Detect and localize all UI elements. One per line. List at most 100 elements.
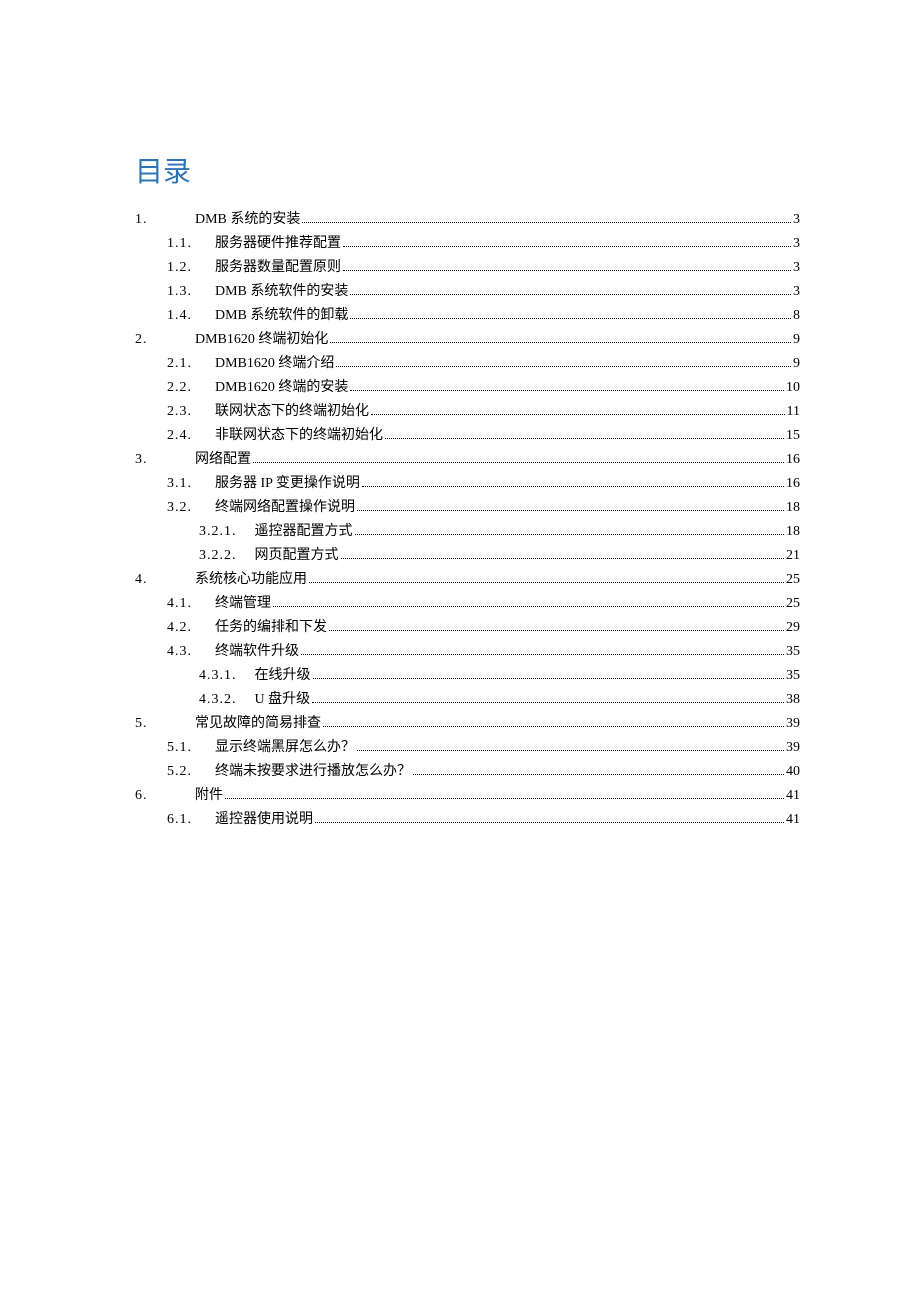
toc-entry-text: 终端管理 (215, 592, 271, 616)
toc-entry[interactable]: 1.1.服务器硬件推荐配置3 (135, 232, 800, 256)
toc-entry-text: 网络配置 (195, 448, 251, 472)
toc-dots (313, 678, 785, 679)
toc-entry[interactable]: 3.2.1. 遥控器配置方式 18 (135, 520, 800, 544)
toc-entry-number: 2.1. (167, 352, 197, 376)
toc-entry-page: 35 (786, 664, 800, 688)
toc-entry[interactable]: 6.1.遥控器使用说明 41 (135, 808, 800, 832)
toc-dots (343, 246, 791, 247)
toc-entry-page: 18 (786, 520, 800, 544)
toc-dots (336, 366, 791, 367)
toc-dots (341, 558, 785, 559)
toc-entry[interactable]: 4.系统核心功能应用 25 (135, 568, 800, 592)
toc-entry-text: DMB 系统软件的安装 (215, 280, 348, 304)
toc-entry[interactable]: 5.1. 显示终端黑屏怎么办？ 39 (135, 736, 800, 760)
toc-entry-text: 服务器 IP 变更操作说明 (215, 472, 360, 496)
toc-entry-text: DMB1620 终端初始化 (195, 328, 328, 352)
toc-entry[interactable]: 2.1.DMB1620 终端介绍9 (135, 352, 800, 376)
toc-entry[interactable]: 5.常见故障的简易排查 39 (135, 712, 800, 736)
toc-entry[interactable]: 4.2. 任务的编排和下发 29 (135, 616, 800, 640)
toc-entry-number: 1.3. (167, 280, 197, 304)
toc-entry[interactable]: 1. DMB 系统的安装 3 (135, 208, 800, 232)
toc-dots (350, 390, 784, 391)
toc-entry-page: 39 (786, 712, 800, 736)
toc-entry[interactable]: 3.2.2.网页配置方式21 (135, 544, 800, 568)
toc-dots (312, 702, 784, 703)
toc-entry-page: 3 (793, 208, 800, 232)
toc-dots (350, 294, 791, 295)
toc-entry-number: 5.2. (167, 760, 197, 784)
toc-dots (371, 414, 785, 415)
toc-entry-text: 显示终端黑屏怎么办？ (215, 736, 355, 760)
toc-entry-number: 4.2. (167, 616, 197, 640)
toc-entry-page: 25 (786, 592, 800, 616)
toc-entry-text: 附件 (195, 784, 223, 808)
toc-entry[interactable]: 2.4.非联网状态下的终端初始化15 (135, 424, 800, 448)
toc-dots (330, 342, 791, 343)
toc-entry-number: 3. (135, 448, 165, 472)
toc-dots (385, 438, 784, 439)
toc-entry-page: 29 (786, 616, 800, 640)
toc-entry-text: 服务器硬件推荐配置 (215, 232, 341, 256)
toc-entry-text: 联网状态下的终端初始化 (215, 400, 369, 424)
toc-dots (329, 630, 784, 631)
toc-entry-number: 4.3.1. (199, 664, 237, 688)
toc-entry[interactable]: 1.3. DMB 系统软件的安装 3 (135, 280, 800, 304)
toc-entry-page: 25 (786, 568, 800, 592)
toc-entry-text: U 盘升级 (255, 688, 311, 712)
toc-entry-number: 1. (135, 208, 165, 232)
toc-entry-page: 3 (793, 256, 800, 280)
toc-entry-number: 4.3.2. (199, 688, 237, 712)
toc-entry-text: 遥控器配置方式 (255, 520, 353, 544)
toc-entry[interactable]: 3.1.服务器 IP 变更操作说明16 (135, 472, 800, 496)
toc-entry-text: 网页配置方式 (255, 544, 339, 568)
toc-dots (355, 534, 785, 535)
toc-entry[interactable]: 2.2.DMB1620 终端的安装10 (135, 376, 800, 400)
toc-entry[interactable]: 5.2.终端未按要求进行播放怎么办？ 40 (135, 760, 800, 784)
toc-entry-text: DMB 系统的安装 (195, 208, 300, 232)
toc-dots (225, 798, 784, 799)
toc-entry-number: 3.2.1. (199, 520, 237, 544)
toc-entry-page: 18 (786, 496, 800, 520)
toc-entry-number: 2.3. (167, 400, 197, 424)
toc-entry[interactable]: 4.1.终端管理 25 (135, 592, 800, 616)
toc-entry-page: 9 (793, 352, 800, 376)
toc-dots (357, 510, 784, 511)
toc-entry-number: 5.1. (167, 736, 197, 760)
toc-entry[interactable]: 6.附件 41 (135, 784, 800, 808)
toc-entry-page: 9 (793, 328, 800, 352)
toc-dots (253, 462, 784, 463)
toc-entry-page: 3 (793, 280, 800, 304)
toc-entry-page: 39 (786, 736, 800, 760)
toc-entry[interactable]: 3.网络配置 16 (135, 448, 800, 472)
toc-entry-text: 终端未按要求进行播放怎么办？ (215, 760, 411, 784)
toc-entry[interactable]: 1.4.DMB 系统软件的卸载8 (135, 304, 800, 328)
toc-entry[interactable]: 4.3.2.U 盘升级 38 (135, 688, 800, 712)
toc-entry-text: 非联网状态下的终端初始化 (215, 424, 383, 448)
toc-entry-number: 2.4. (167, 424, 197, 448)
toc-entry-page: 41 (786, 784, 800, 808)
toc-entry-text: 终端软件升级 (215, 640, 299, 664)
toc-entry[interactable]: 2.3.联网状态下的终端初始化11 (135, 400, 800, 424)
toc-entry-number: 4. (135, 568, 165, 592)
toc-dots (315, 822, 784, 823)
toc-entry-number: 2.2. (167, 376, 197, 400)
toc-dots (343, 270, 791, 271)
toc-entry-page: 21 (786, 544, 800, 568)
toc-entry-text: 任务的编排和下发 (215, 616, 327, 640)
toc-entry[interactable]: 3.2.终端网络配置操作说明18 (135, 496, 800, 520)
toc-entry-text: DMB 系统软件的卸载 (215, 304, 348, 328)
toc-entry-page: 3 (793, 232, 800, 256)
toc-dots (309, 582, 784, 583)
toc-dots (302, 222, 791, 223)
toc-entry-number: 6.1. (167, 808, 197, 832)
toc-entry-text: 在线升级 (255, 664, 311, 688)
toc-entry[interactable]: 1.2.服务器数量配置原则3 (135, 256, 800, 280)
toc-entry[interactable]: 4.3.1. 在线升级 35 (135, 664, 800, 688)
toc-entry-number: 2. (135, 328, 165, 352)
toc-dots (350, 318, 791, 319)
toc-title: 目录 (135, 150, 800, 190)
toc-entry-text: 服务器数量配置原则 (215, 256, 341, 280)
toc-entry[interactable]: 2. DMB1620 终端初始化 9 (135, 328, 800, 352)
toc-entry-page: 35 (786, 640, 800, 664)
toc-entry[interactable]: 4.3.终端软件升级 35 (135, 640, 800, 664)
